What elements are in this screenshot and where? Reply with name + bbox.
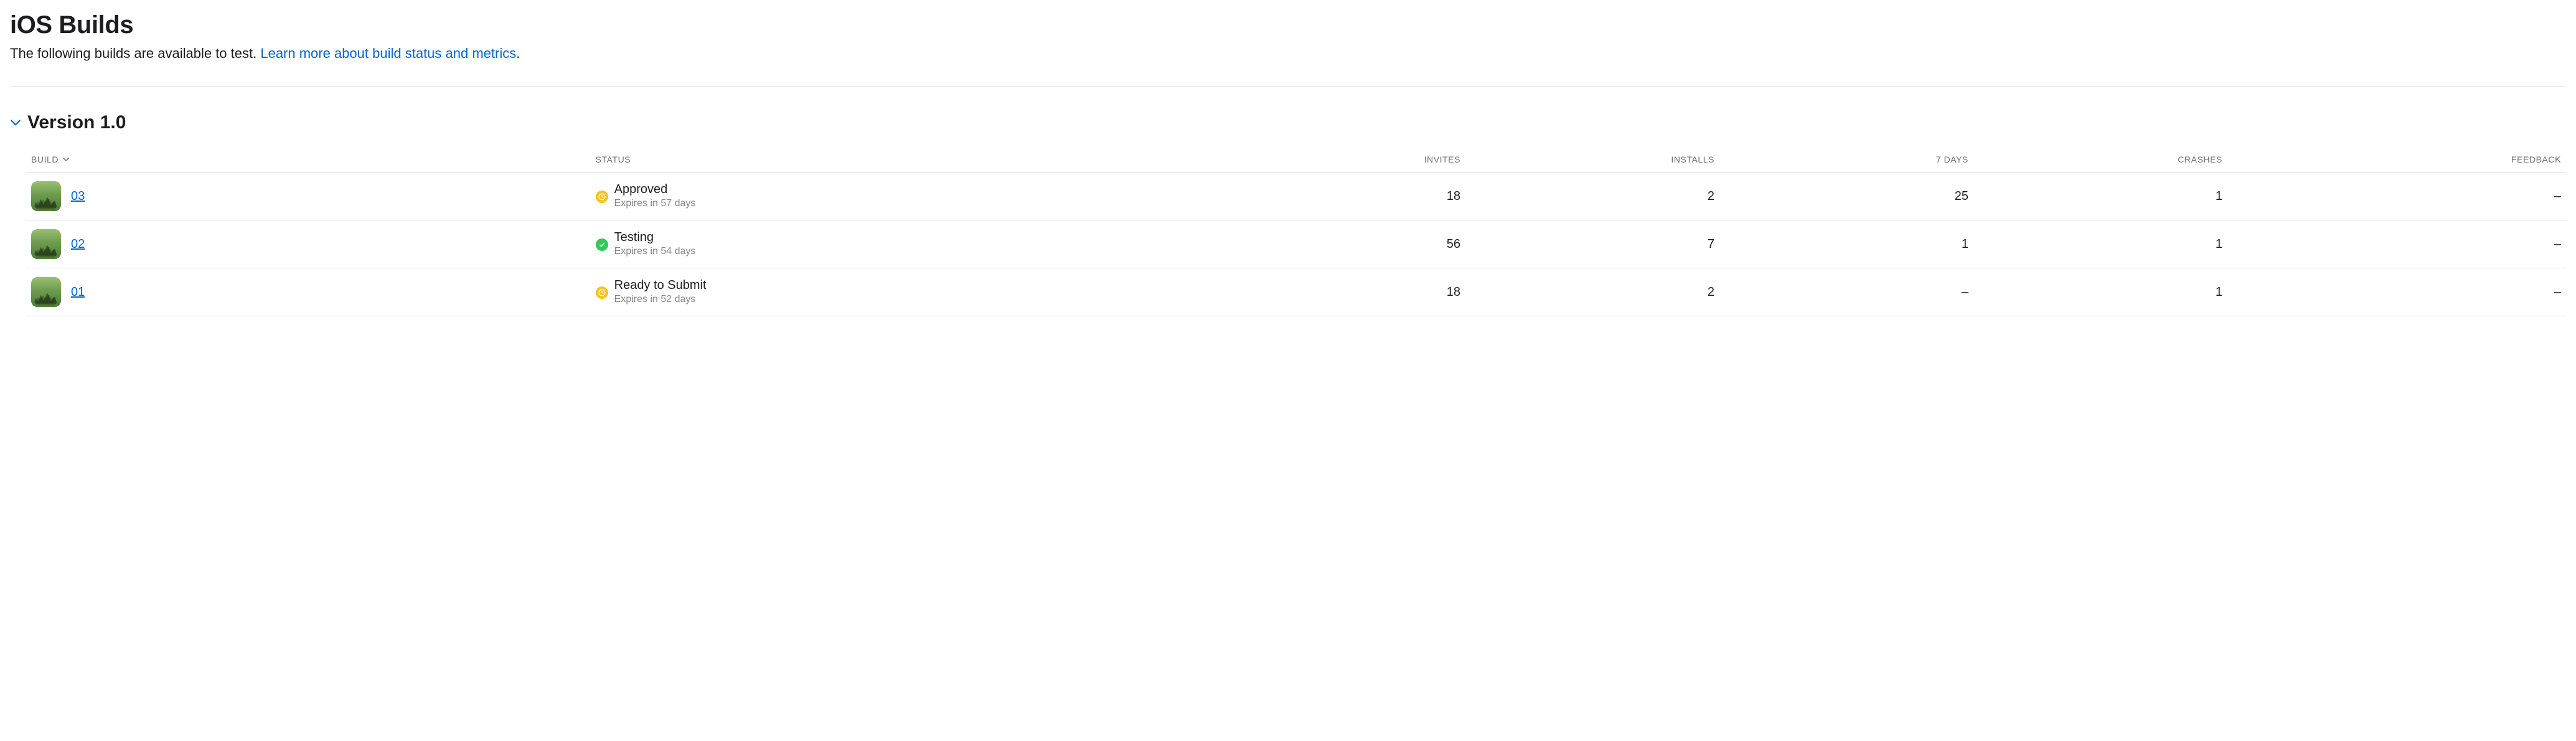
status-label: Ready to Submit: [614, 278, 707, 293]
subtitle-suffix: .: [516, 45, 520, 61]
cell-installs: 2: [1465, 172, 1719, 220]
cell-crashes: 1: [1973, 220, 2227, 268]
build-number-link[interactable]: 02: [71, 237, 85, 252]
check-circle-icon: [596, 238, 608, 251]
col-header-installs[interactable]: INSTALLS: [1465, 147, 1719, 172]
cell-crashes: 1: [1973, 268, 2227, 316]
cell-invites: 18: [1211, 172, 1465, 220]
cell-seven_days: 1: [1719, 220, 1973, 268]
version-header[interactable]: Version 1.0: [10, 112, 2566, 133]
page-title: iOS Builds: [10, 11, 2566, 39]
table-header-row: BUILD STATUS INVITES INSTALLS 7 DAYS CRA…: [26, 147, 2566, 172]
cell-invites: 56: [1211, 220, 1465, 268]
build-number-link[interactable]: 01: [71, 285, 85, 300]
clock-icon: [596, 191, 608, 203]
cell-feedback: –: [2227, 268, 2566, 316]
status-expiry: Expires in 57 days: [614, 197, 696, 210]
status-expiry: Expires in 52 days: [614, 293, 707, 306]
col-header-build-label: BUILD: [31, 154, 59, 164]
col-header-invites[interactable]: INVITES: [1211, 147, 1465, 172]
app-icon: [31, 277, 61, 307]
builds-table: BUILD STATUS INVITES INSTALLS 7 DAYS CRA…: [26, 147, 2566, 316]
status-expiry: Expires in 54 days: [614, 245, 696, 258]
col-header-build[interactable]: BUILD: [26, 147, 591, 172]
cell-feedback: –: [2227, 172, 2566, 220]
col-header-7days[interactable]: 7 DAYS: [1719, 147, 1973, 172]
cell-installs: 2: [1465, 268, 1719, 316]
app-icon: [31, 181, 61, 211]
col-header-status[interactable]: STATUS: [591, 147, 1211, 172]
cell-seven_days: 25: [1719, 172, 1973, 220]
cell-seven_days: –: [1719, 268, 1973, 316]
version-label: Version 1.0: [27, 112, 126, 133]
cell-invites: 18: [1211, 268, 1465, 316]
cell-crashes: 1: [1973, 172, 2227, 220]
learn-more-link[interactable]: Learn more about build status and metric…: [260, 45, 516, 61]
subtitle-text: The following builds are available to te…: [10, 45, 260, 61]
col-header-crashes[interactable]: CRASHES: [1973, 147, 2227, 172]
build-number-link[interactable]: 03: [71, 189, 85, 204]
status-label: Testing: [614, 230, 696, 245]
cell-feedback: –: [2227, 220, 2566, 268]
page-subtitle: The following builds are available to te…: [10, 45, 2566, 62]
clock-icon: [596, 286, 608, 299]
cell-installs: 7: [1465, 220, 1719, 268]
app-icon: [31, 229, 61, 259]
status-label: Approved: [614, 182, 696, 197]
table-row[interactable]: 02TestingExpires in 54 days56711–: [26, 220, 2566, 268]
table-row[interactable]: 03 ApprovedExpires in 57 days 182251–: [26, 172, 2566, 220]
chevron-down-icon: [62, 156, 70, 163]
chevron-down-icon: [10, 117, 21, 128]
table-row[interactable]: 01Ready to SubmitExpires in 52 days182–1…: [26, 268, 2566, 316]
col-header-feedback[interactable]: FEEDBACK: [2227, 147, 2566, 172]
